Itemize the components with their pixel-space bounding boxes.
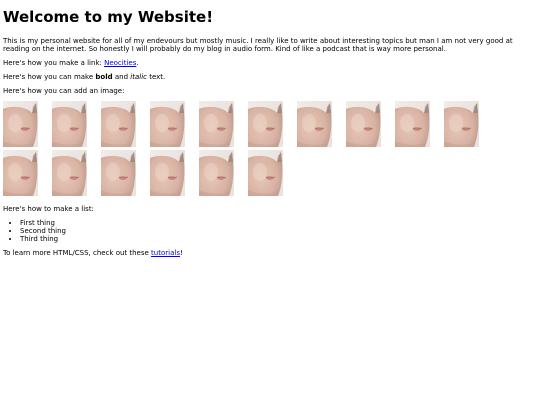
footer-suffix: ! xyxy=(179,249,183,257)
italic-text: italic xyxy=(130,73,147,81)
face-photo-thumbnail xyxy=(248,101,283,147)
link-paragraph: Here's how you make a link: Neocities. xyxy=(3,59,537,67)
neocities-link[interactable]: Neocities xyxy=(104,59,136,67)
format-prefix: Here's how you can make xyxy=(3,73,96,81)
face-photo-thumbnail xyxy=(52,101,87,147)
list-item: First thing xyxy=(20,219,537,227)
list-paragraph: Here's how to make a list: xyxy=(3,205,94,213)
tutorials-link[interactable]: tutorials xyxy=(151,249,180,257)
bold-text: bold xyxy=(95,73,113,81)
face-photo-thumbnail xyxy=(52,150,87,196)
face-photo-thumbnail xyxy=(346,101,381,147)
example-list: First thing Second thing Third thing xyxy=(3,219,537,243)
format-paragraph: Here's how you can make bold and italic … xyxy=(3,73,537,81)
format-suffix: text. xyxy=(146,73,166,81)
list-item: Third thing xyxy=(20,235,537,243)
page-content: Welcome to my Website! This is my person… xyxy=(0,9,540,257)
footer-prefix: To learn more HTML/CSS, check out these xyxy=(3,249,152,257)
page-heading: Welcome to my Website! xyxy=(3,8,214,26)
face-photo-thumbnail xyxy=(3,101,38,147)
image-gallery xyxy=(3,101,503,199)
link-suffix: . xyxy=(136,59,139,67)
face-photo-thumbnail xyxy=(199,150,234,196)
face-photo-thumbnail xyxy=(101,101,136,147)
face-photo-thumbnail xyxy=(150,101,185,147)
face-photo-thumbnail xyxy=(395,101,430,147)
link-prefix: Here's how you make a link: xyxy=(3,59,105,67)
face-photo-thumbnail xyxy=(444,101,479,147)
face-photo-thumbnail xyxy=(297,101,332,147)
footer-paragraph: To learn more HTML/CSS, check out these … xyxy=(3,249,537,257)
list-item: Second thing xyxy=(20,227,537,235)
face-photo-thumbnail xyxy=(199,101,234,147)
face-photo-thumbnail xyxy=(3,150,38,196)
intro-paragraph: This is my personal website for all of m… xyxy=(3,37,513,53)
face-photo-thumbnail xyxy=(101,150,136,196)
image-paragraph: Here's how you can add an image: xyxy=(3,87,125,95)
format-middle: and xyxy=(112,73,131,81)
face-photo-thumbnail xyxy=(248,150,283,196)
face-photo-thumbnail xyxy=(150,150,185,196)
